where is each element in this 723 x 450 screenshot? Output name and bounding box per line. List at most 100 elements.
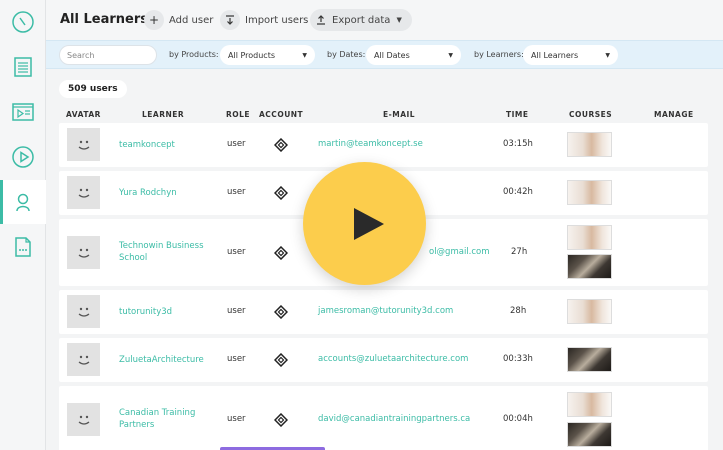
add-user-button[interactable]: + Add user [144,9,213,31]
caret-down-icon: ▼ [605,51,610,59]
table-row[interactable]: teamkoncept user martin@teamkoncept.se 0… [59,123,708,167]
diamond-icon [274,305,288,319]
learner-time: 00:04h [503,414,533,424]
filter-bar: by Products: All Products ▼ by Dates: Al… [46,40,723,69]
export-data-label: Export data [332,14,391,26]
products-select[interactable]: All Products ▼ [220,45,315,65]
learner-time: 03:15h [503,139,533,149]
table-row[interactable]: ZuluetaArchitecture user accounts@zuluet… [59,338,708,382]
smiley-icon [78,140,89,150]
course-thumbnail[interactable] [567,299,612,324]
learner-role: user [227,354,246,364]
learner-time: 28h [510,306,527,316]
learner-name-link[interactable]: ZuluetaArchitecture [119,354,219,366]
page-title: All Learners [60,12,149,27]
avatar [67,403,100,436]
column-header-manage: MANAGE [654,110,694,119]
learner-role: user [227,306,246,316]
avatar [67,128,100,161]
table-row[interactable]: Canadian Training Partners user david@ca… [59,386,708,450]
sidebar-item-presentations[interactable] [0,90,46,134]
smiley-icon [78,188,89,198]
column-header-courses: COURSES [569,110,613,119]
dates-select[interactable]: All Dates ▼ [366,45,461,65]
products-select-value: All Products [228,50,276,60]
learner-email-link[interactable]: ol@gmail.com [429,247,490,257]
user-icon [16,193,30,212]
column-header-role: ROLE [226,110,251,119]
play-icon [353,207,384,240]
learner-email-link[interactable]: accounts@zuluetaarchitecture.com [318,354,468,364]
learner-role: user [227,247,246,257]
learner-role: user [227,414,246,424]
user-count-badge: 509 users [59,80,127,98]
sidebar-item-dashboard[interactable] [0,0,46,44]
learner-email-link[interactable]: david@canadiantrainingpartners.ca [318,414,470,424]
video-play-button[interactable] [303,162,426,285]
learner-name-link[interactable]: Technowin Business School [119,240,219,264]
import-icon [220,10,240,30]
course-thumbnail[interactable] [567,392,612,417]
caret-down-icon: ▼ [302,51,307,59]
document-list-icon [14,57,32,77]
play-circle-icon [12,146,34,168]
learner-name-link[interactable]: Yura Rodchyn [119,187,219,199]
dates-filter-label: by Dates: [327,50,366,59]
sidebar-item-videos[interactable] [0,135,46,179]
smiley-icon [78,415,89,425]
import-users-label: Import users [245,14,309,26]
column-header-account: ACCOUNT [259,110,304,119]
diamond-icon [274,186,288,200]
file-icon [15,237,31,257]
column-header-email: E-MAIL [383,110,416,119]
gauge-icon [12,11,34,33]
column-header-learner: LEARNER [142,110,185,119]
products-filter-label: by Products: [169,50,219,59]
course-thumbnail[interactable] [567,347,612,372]
learners-select-value: All Learners [531,50,579,60]
course-thumbnail[interactable] [567,225,612,250]
caret-down-icon: ▼ [448,51,453,59]
learner-name-link[interactable]: tutorunity3d [119,306,219,318]
import-users-button[interactable]: Import users [220,9,308,31]
learner-role: user [227,187,246,197]
learner-time: 27h [511,247,528,257]
course-thumbnail[interactable] [567,180,612,205]
export-icon [316,15,326,25]
course-thumbnail[interactable] [567,254,612,279]
column-header-avatar: AVATAR [66,110,101,119]
learner-email-link[interactable]: jamesroman@tutorunity3d.com [318,306,453,316]
learners-select[interactable]: All Learners ▼ [523,45,618,65]
learner-email-link[interactable]: martin@teamkoncept.se [318,139,423,149]
learner-role: user [227,139,246,149]
sidebar [0,0,46,450]
learner-time: 00:33h [503,354,533,364]
diamond-icon [274,353,288,367]
learners-filter-label: by Learners: [474,50,524,59]
course-thumbnail[interactable] [567,132,612,157]
sidebar-item-files[interactable] [0,225,46,269]
caret-down-icon: ▼ [396,16,402,24]
diamond-icon [274,413,288,427]
smiley-icon [78,307,89,317]
sidebar-item-learners[interactable] [0,180,46,224]
learner-name-link[interactable]: Canadian Training Partners [119,407,219,431]
learner-time: 00:42h [503,187,533,197]
smiley-icon [78,355,89,365]
smiley-icon [78,248,89,258]
dates-select-value: All Dates [374,50,410,60]
avatar [67,176,100,209]
avatar [67,343,100,376]
search-input[interactable] [59,45,157,65]
export-data-button[interactable]: Export data ▼ [310,9,412,31]
course-thumbnail[interactable] [567,422,612,447]
avatar [67,236,100,269]
table-row[interactable]: tutorunity3d user jamesroman@tutorunity3… [59,290,708,334]
sidebar-item-courses[interactable] [0,45,46,89]
diamond-icon [274,246,288,260]
slideshow-icon [12,103,34,121]
column-header-time: TIME [506,110,529,119]
diamond-icon [274,138,288,152]
learner-name-link[interactable]: teamkoncept [119,139,219,151]
avatar [67,295,100,328]
